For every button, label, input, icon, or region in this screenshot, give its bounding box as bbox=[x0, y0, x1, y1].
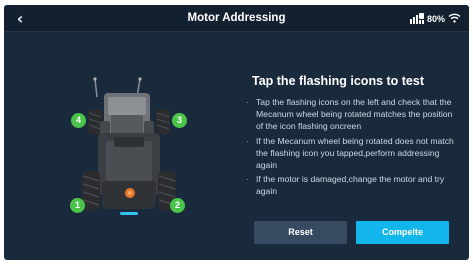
device-frame: ‹ Motor Addressing 80% 4 3 1 2 Tap the f… bbox=[0, 0, 473, 266]
app-screen: ‹ Motor Addressing 80% 4 3 1 2 Tap the f… bbox=[4, 5, 469, 260]
instruction-text: If the motor is damaged,change the motor… bbox=[256, 174, 445, 197]
top-bar: ‹ Motor Addressing 80% bbox=[4, 5, 469, 32]
list-item: · Tap the flashing icons on the left and… bbox=[246, 96, 456, 133]
bullet-glyph: · bbox=[246, 135, 249, 146]
robot-diagram: 4 3 1 2 bbox=[64, 75, 194, 225]
wheel-badge-2[interactable]: 2 bbox=[170, 198, 185, 213]
list-item: · If the Mecanum wheel being rotated doe… bbox=[246, 135, 456, 172]
battery-percentage: 80% bbox=[426, 14, 445, 24]
reset-button[interactable]: Reset bbox=[254, 221, 347, 244]
instruction-text: Tap the flashing icons on the left and c… bbox=[256, 97, 453, 132]
bullet-glyph: · bbox=[246, 97, 249, 107]
complete-button[interactable]: Compelte bbox=[356, 221, 449, 244]
wheel-badge-4[interactable]: 4 bbox=[71, 113, 86, 128]
instruction-text: If the Mecanum wheel being rotated does … bbox=[256, 135, 454, 171]
wifi-icon bbox=[448, 13, 461, 25]
instructions-title: Tap the flashing icons to test bbox=[252, 74, 425, 88]
bullet-glyph: · bbox=[246, 174, 249, 185]
robot-signal-icon bbox=[409, 12, 424, 26]
list-item: · If the motor is damaged,change the mot… bbox=[246, 173, 456, 197]
instructions-list: · Tap the flashing icons on the left and… bbox=[246, 96, 456, 200]
wheel-badge-3[interactable]: 3 bbox=[172, 113, 187, 128]
page-title: Motor Addressing bbox=[187, 12, 286, 24]
wheel-badge-1[interactable]: 1 bbox=[70, 198, 85, 213]
status-indicators: 80% bbox=[409, 12, 461, 26]
